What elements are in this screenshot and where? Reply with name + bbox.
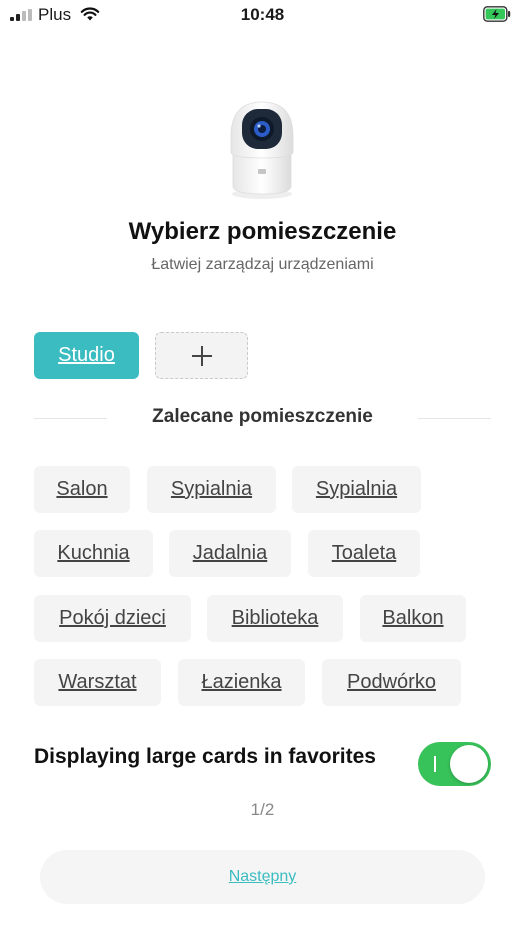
next-button[interactable]: Następny xyxy=(40,850,485,904)
favorites-large-cards-label: Displaying large cards in favorites xyxy=(34,745,376,768)
status-time: 10:48 xyxy=(240,5,285,24)
room-option-chip[interactable]: Toaleta xyxy=(308,530,420,577)
room-option-chip[interactable]: Podwórko xyxy=(322,659,461,706)
room-option-chip[interactable]: Sypialnia xyxy=(292,466,421,513)
page-title: Wybierz pomieszczenie xyxy=(128,218,397,245)
room-option-chip[interactable]: Pokój dzieci xyxy=(34,595,191,642)
room-option-chip[interactable]: Salon xyxy=(34,466,130,513)
room-option-chip[interactable]: Balkon xyxy=(360,595,466,642)
room-option-chip[interactable]: Jadalnia xyxy=(169,530,291,577)
page-indicator: 1/2 xyxy=(250,800,275,819)
toggle-on-indicator xyxy=(434,756,436,772)
room-option-chip[interactable]: Biblioteka xyxy=(207,595,343,642)
room-chip-studio[interactable]: Studio xyxy=(34,332,139,379)
favorites-large-cards-toggle[interactable] xyxy=(418,742,491,786)
room-option-chip[interactable]: Sypialnia xyxy=(147,466,276,513)
divider-right xyxy=(418,418,491,419)
camera-device-image xyxy=(230,101,294,199)
add-room-button[interactable] xyxy=(155,332,248,379)
battery-charging-icon xyxy=(483,6,511,22)
room-option-chip[interactable]: Warsztat xyxy=(34,659,161,706)
recommended-rooms-title: Zalecane pomieszczenie xyxy=(152,406,373,427)
toggle-knob xyxy=(450,745,488,783)
room-option-chip[interactable]: Kuchnia xyxy=(34,530,153,577)
status-bar: Plus 10:48 xyxy=(0,0,525,30)
room-option-chip[interactable]: Łazienka xyxy=(178,659,305,706)
page-subtitle: Łatwiej zarządzaj urządzeniami xyxy=(151,256,374,273)
plus-icon xyxy=(191,345,212,366)
